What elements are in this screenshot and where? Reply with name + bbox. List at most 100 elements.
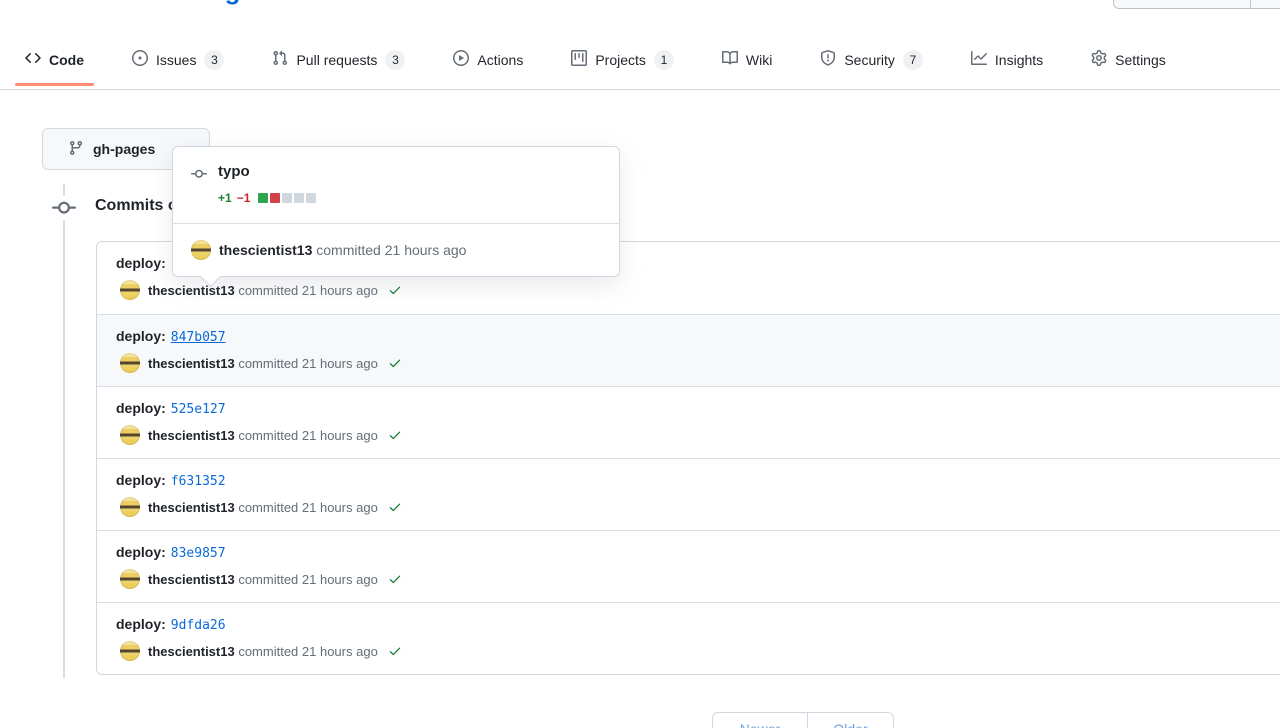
avatar[interactable] (120, 280, 140, 300)
tab-wiki[interactable]: Wiki (711, 30, 783, 90)
tab-issues[interactable]: Issues 3 (121, 30, 235, 90)
commit-title: deploy: f631352 (116, 471, 1280, 491)
tab-insights[interactable]: Insights (960, 30, 1054, 90)
commit-sha-link[interactable]: 525e127 (171, 402, 226, 417)
breadcrumb-separator: / (205, 0, 224, 5)
tab-code[interactable]: Code (14, 30, 95, 90)
commit-author-link[interactable]: thescientist13 (148, 572, 235, 587)
commit-sha-link[interactable]: f631352 (171, 474, 226, 489)
commit-meta: thescientist13 committed 21 hours ago (120, 569, 1280, 589)
commit-sha-link[interactable]: 9dfda26 (171, 618, 226, 633)
hovercard-diffstat: +1 −1 (218, 191, 316, 205)
additions-count: +1 (218, 191, 232, 205)
tab-insights-label: Insights (995, 52, 1043, 68)
commit-icon (52, 196, 76, 220)
check-icon[interactable] (388, 428, 402, 442)
pagination: Newer Older (712, 712, 894, 728)
tab-settings[interactable]: Settings (1080, 30, 1177, 90)
repo-action-button-group[interactable] (1113, 0, 1280, 9)
tab-pull-requests[interactable]: Pull requests 3 (261, 30, 416, 90)
commit-author-link[interactable]: thescientist13 (148, 500, 235, 515)
commit-sha-link[interactable]: 83e9857 (171, 546, 226, 561)
avatar[interactable] (120, 425, 140, 445)
diff-block-neutral (306, 193, 316, 203)
commit-time: committed 21 hours ago (238, 356, 377, 371)
breadcrumb: thescientist13/greenwood (32, 0, 363, 6)
newer-button[interactable]: Newer (712, 712, 808, 728)
commit-message-prefix: deploy: (116, 255, 166, 271)
commit-time: committed 21 hours ago (238, 428, 377, 443)
commit-author-link[interactable]: thescientist13 (148, 356, 235, 371)
avatar[interactable] (120, 569, 140, 589)
tab-projects[interactable]: Projects 1 (560, 30, 685, 90)
commit-title: deploy:83e9857 (116, 543, 1280, 563)
check-icon[interactable] (388, 572, 402, 586)
code-icon (25, 50, 41, 69)
tab-actions[interactable]: Actions (442, 30, 534, 90)
commit-title: deploy: 847b057 (116, 327, 1280, 347)
commit-author-link[interactable]: thescientist13 (148, 428, 235, 443)
commit-meta: thescientist13 committed 21 hours ago (120, 280, 1280, 300)
commit-time: committed 21 hours ago (238, 572, 377, 587)
commit-list: deploy: thescientist13 committed 21 hour… (96, 241, 1280, 675)
git-branch-icon (68, 140, 84, 159)
older-button[interactable]: Older (807, 712, 894, 728)
tab-pull-requests-counter: 3 (385, 50, 405, 70)
commit-author-link[interactable]: thescientist13 (148, 283, 235, 298)
commit-time: committed 21 hours ago (238, 283, 377, 298)
avatar[interactable] (120, 353, 140, 373)
diffstat-blocks (258, 193, 316, 203)
issue-opened-icon (132, 50, 148, 69)
diff-block-neutral (294, 193, 304, 203)
avatar[interactable] (120, 641, 140, 661)
tab-actions-label: Actions (477, 52, 523, 68)
commit-meta: thescientist13 committed 21 hours ago (120, 353, 1280, 373)
tab-wiki-label: Wiki (746, 52, 772, 68)
commit-hovercard: typo +1 −1 thescientist13 committed 21 h… (172, 146, 620, 277)
tab-security-counter: 7 (903, 50, 923, 70)
commit-row-3: deploy: 525e127 thescientist13 committed … (97, 386, 1280, 458)
timeline-line (63, 184, 65, 678)
commit-message-prefix: deploy: (116, 616, 166, 632)
commit-message-prefix: deploy: (116, 400, 166, 416)
commit-icon (191, 163, 207, 205)
repo-name-link[interactable]: greenwood (225, 0, 364, 5)
shield-icon (820, 50, 836, 69)
commit-title: deploy: 525e127 (116, 399, 1280, 419)
avatar[interactable] (120, 497, 140, 517)
commit-author-link[interactable]: thescientist13 (148, 644, 235, 659)
commit-meta: thescientist13 committed 21 hours ago (120, 425, 1280, 445)
tab-security-label: Security (844, 52, 895, 68)
commit-row-6: deploy: 9dfda26 thescientist13 committed … (97, 602, 1280, 674)
check-icon[interactable] (388, 644, 402, 658)
tab-security[interactable]: Security 7 (809, 30, 934, 90)
tab-projects-counter: 1 (654, 50, 674, 70)
check-icon[interactable] (388, 500, 402, 514)
commit-time: committed 21 hours ago (238, 500, 377, 515)
repo-owner-link[interactable]: thescientist13 (32, 0, 205, 5)
tab-code-label: Code (49, 52, 84, 68)
commit-row-5: deploy:83e9857 thescientist13 committed … (97, 530, 1280, 602)
commit-message-prefix: deploy: (116, 328, 166, 344)
play-icon (453, 50, 469, 69)
check-icon[interactable] (388, 356, 402, 370)
branch-name: gh-pages (93, 141, 155, 157)
tab-settings-label: Settings (1115, 52, 1166, 68)
avatar[interactable] (191, 240, 211, 260)
hovercard-commit-time: committed 21 hours ago (316, 242, 466, 258)
commit-message-prefix: deploy: (116, 472, 166, 488)
tab-issues-label: Issues (156, 52, 196, 68)
commit-meta: thescientist13 committed 21 hours ago (120, 641, 1280, 661)
check-icon[interactable] (388, 283, 402, 297)
button-group-divider (1250, 0, 1251, 8)
diff-block-neutral (282, 193, 292, 203)
commit-sha-link[interactable]: 847b057 (171, 330, 226, 345)
hovercard-author-link[interactable]: thescientist13 (219, 242, 312, 258)
graph-icon (971, 50, 987, 69)
hovercard-commit-section: typo +1 −1 (173, 147, 619, 223)
commit-meta: thescientist13 committed 21 hours ago (120, 497, 1280, 517)
project-icon (571, 50, 587, 69)
diff-block-add (258, 193, 268, 203)
hovercard-author-section: thescientist13 committed 21 hours ago (173, 223, 619, 276)
tab-pull-requests-label: Pull requests (296, 52, 377, 68)
